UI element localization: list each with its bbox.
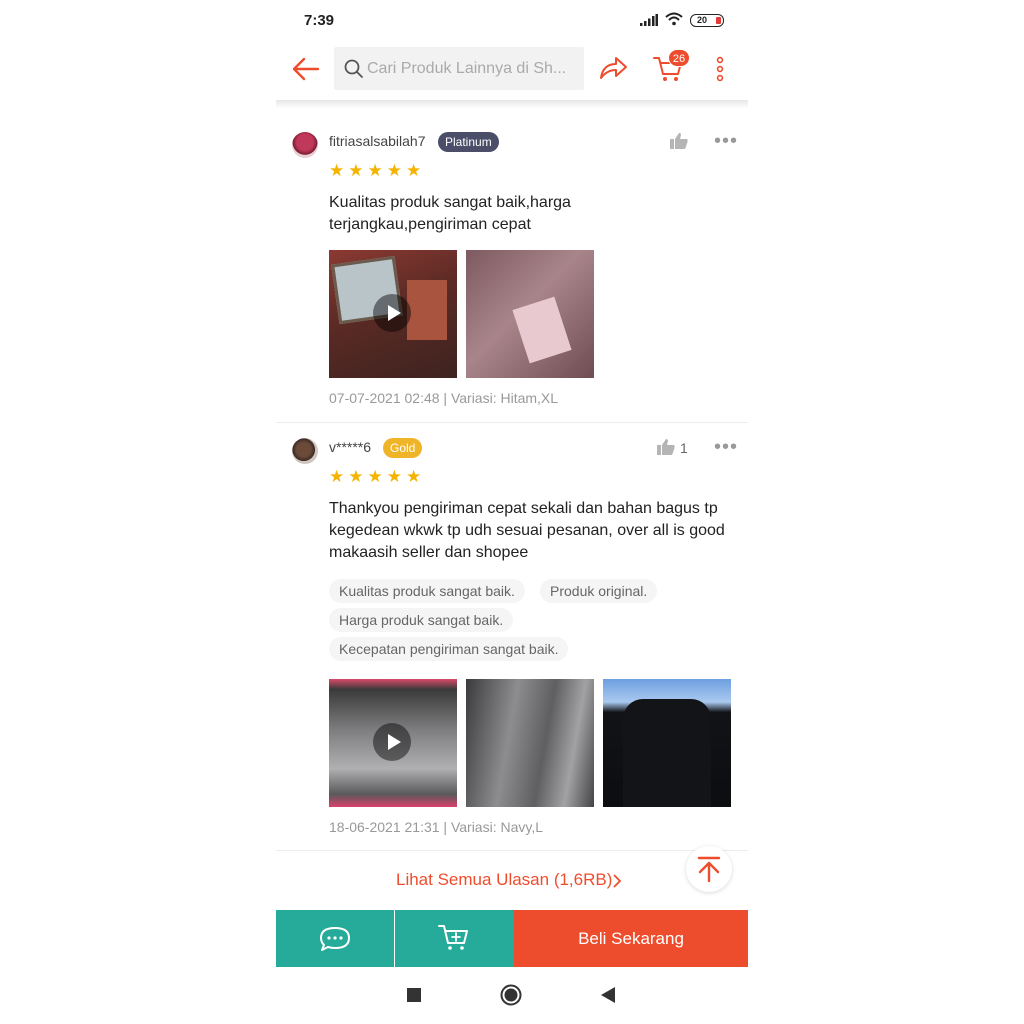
arrow-up-icon [697, 856, 721, 883]
review-text-line: kegedean wkwk tp udh sesuai pesanan, ove… [329, 522, 725, 539]
status-time: 7:39 [304, 12, 335, 29]
scroll-to-top-button[interactable] [686, 846, 732, 892]
phone-screen: 7:39 20 Cari Produk Lainnya di Sh... 26 … [276, 0, 748, 1024]
system-nav-bar [276, 967, 748, 1024]
signal-icon [640, 14, 658, 26]
thumbs-up-icon[interactable] [656, 438, 676, 456]
review-text-line: terjangkau,pengiriman cepat [329, 216, 531, 233]
search-placeholder: Cari Produk Lainnya di Sh... [367, 60, 567, 77]
star-icon: ★ [329, 161, 345, 180]
review-tag: Kualitas produk sangat baik. [329, 579, 525, 603]
review-video-thumbnail[interactable] [329, 679, 457, 807]
battery-icon: 20 [690, 14, 724, 27]
wifi-icon [665, 12, 683, 26]
cart-count-badge: 26 [668, 49, 690, 67]
like-count: 1 [680, 440, 688, 456]
star-icon: ★ [386, 467, 402, 486]
divider [276, 422, 748, 423]
review-text: Kualitas produk sangat baik,harga terjan… [329, 192, 741, 236]
add-to-cart-button[interactable] [395, 910, 514, 967]
review-text: Thankyou pengiriman cepat sekali dan bah… [329, 498, 741, 564]
more-options-icon[interactable]: ••• [714, 131, 738, 151]
avatar[interactable] [292, 438, 318, 464]
top-bar: Cari Produk Lainnya di Sh... 26 [276, 42, 748, 100]
more-vertical-icon[interactable] [716, 56, 724, 82]
see-all-reviews-link[interactable]: Lihat Semua Ulasan (1,6RB) [396, 870, 612, 890]
review-username: v*****6 [329, 439, 372, 455]
review-meta: 18-06-2021 21:31 | Variasi: Navy,L [329, 819, 544, 835]
back-arrow-icon[interactable] [290, 54, 322, 84]
search-input[interactable]: Cari Produk Lainnya di Sh... [334, 47, 584, 90]
chevron-right-icon [613, 874, 622, 888]
play-icon [373, 294, 411, 332]
home-icon[interactable] [500, 984, 522, 1006]
search-icon [344, 59, 363, 78]
add-to-cart-icon [438, 925, 468, 950]
status-bar: 7:39 20 [276, 0, 748, 40]
review-image[interactable] [466, 679, 594, 807]
status-badge: Platinum [438, 132, 499, 152]
review-tag: Harga produk sangat baik. [329, 608, 514, 632]
star-icon: ★ [348, 467, 364, 486]
star-icon: ★ [406, 467, 422, 486]
status-badge: Gold [383, 438, 423, 458]
play-icon [373, 723, 411, 761]
bottom-action-bar: Beli Sekarang [276, 910, 748, 967]
avatar[interactable] [292, 132, 318, 158]
review-image[interactable] [466, 250, 594, 378]
review-tag: Kecepatan pengiriman sangat baik. [329, 637, 569, 661]
more-options-icon[interactable]: ••• [714, 437, 738, 457]
star-icon: ★ [406, 161, 422, 180]
star-icon: ★ [367, 467, 383, 486]
star-icon: ★ [367, 161, 383, 180]
review-text-line: makaasih seller dan shopee [329, 544, 529, 561]
chat-icon [320, 927, 350, 951]
review-username: fitriasalsabilah7 [329, 133, 426, 149]
review-image[interactable] [603, 679, 731, 807]
review-text-line: Thankyou pengiriman cepat sekali dan bah… [329, 500, 718, 517]
review-text-line: Kualitas produk sangat baik,harga [329, 194, 571, 211]
share-icon[interactable] [598, 54, 628, 82]
chat-button[interactable] [276, 910, 394, 967]
review-meta: 07-07-2021 02:48 | Variasi: Hitam,XL [329, 390, 559, 406]
star-rating: ★ ★ ★ ★ ★ [329, 162, 421, 179]
star-icon: ★ [329, 467, 345, 486]
recent-apps-icon[interactable] [407, 988, 421, 1002]
thumbs-up-icon[interactable] [669, 132, 689, 150]
header-shadow [276, 100, 748, 108]
divider [276, 850, 748, 851]
star-rating: ★ ★ ★ ★ ★ [329, 468, 421, 485]
review-video-thumbnail[interactable] [329, 250, 457, 378]
star-icon: ★ [386, 161, 402, 180]
back-triangle-icon[interactable] [601, 987, 615, 1003]
buy-now-button[interactable]: Beli Sekarang [514, 910, 748, 967]
star-icon: ★ [348, 161, 364, 180]
review-tag: Produk original. [540, 579, 658, 603]
